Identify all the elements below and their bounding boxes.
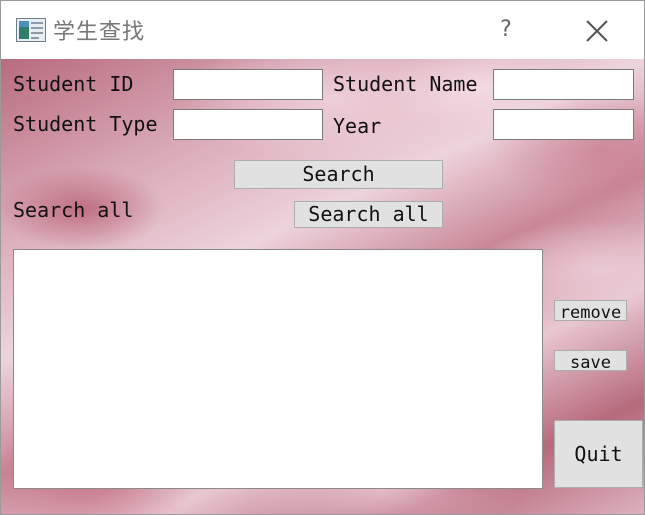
student-name-label: Student Name (333, 72, 478, 96)
search-button[interactable]: Search (234, 160, 443, 189)
student-search-window: 学生查找 ? Student ID Student Name Student T… (0, 0, 645, 515)
client-area: Student ID Student Name Student Type Yea… (1, 59, 644, 514)
results-list[interactable] (13, 249, 543, 489)
student-type-field[interactable] (173, 109, 323, 140)
window-title: 学生查找 (53, 20, 146, 45)
student-id-label: Student ID (13, 72, 134, 96)
remove-button[interactable]: remove (554, 300, 627, 321)
close-button[interactable] (579, 13, 615, 49)
app-icon (16, 18, 46, 42)
year-label: Year (333, 114, 382, 138)
title-bar[interactable]: 学生查找 ? (1, 1, 644, 59)
save-button[interactable]: save (554, 350, 627, 371)
close-icon (586, 20, 608, 42)
help-button[interactable]: ? (491, 13, 521, 47)
student-type-label: Student Type (13, 112, 158, 136)
student-id-field[interactable] (173, 69, 323, 100)
student-name-field[interactable] (493, 69, 634, 100)
quit-button[interactable]: Quit (554, 420, 643, 488)
search-all-button[interactable]: Search all (294, 201, 443, 228)
year-field[interactable] (493, 109, 634, 140)
search-all-caption: Search all (13, 198, 134, 222)
